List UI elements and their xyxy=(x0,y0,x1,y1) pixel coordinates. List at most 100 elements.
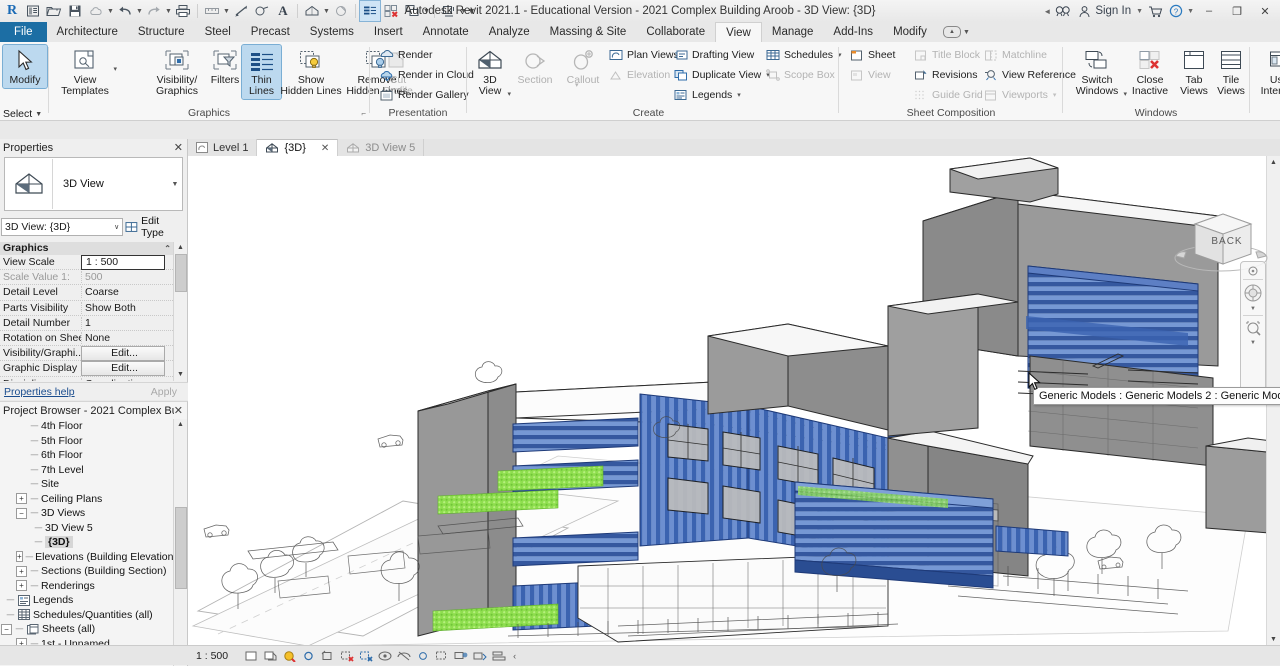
tab-insert[interactable]: Insert xyxy=(364,22,413,42)
property-row-rotation-on-sheet[interactable]: Rotation on Sheet None xyxy=(0,331,187,346)
tab-view[interactable]: View xyxy=(715,22,762,43)
temporary-view-properties-icon[interactable] xyxy=(415,648,430,663)
thin-lines-button[interactable]: Thin Lines xyxy=(242,45,281,99)
properties-scroll-thumb[interactable] xyxy=(175,254,187,292)
expander-plus-icon[interactable]: + xyxy=(16,566,27,577)
steering-wheels-caret-icon[interactable]: ▼ xyxy=(1242,306,1264,312)
tab-modify[interactable]: Modify xyxy=(883,22,937,42)
shadows-icon[interactable] xyxy=(263,648,278,663)
worksharing-display-icon[interactable] xyxy=(491,648,506,663)
property-value-rotation-on-sheet[interactable]: None xyxy=(81,332,187,344)
tag-by-category-icon[interactable] xyxy=(252,1,272,21)
project-browser-close-button[interactable]: ✕ xyxy=(174,404,183,417)
render-gallery-button[interactable]: Render Gallery xyxy=(376,87,472,103)
property-value-detail-number[interactable]: 1 xyxy=(81,317,187,329)
project-files-icon[interactable] xyxy=(23,1,43,21)
tab-structure[interactable]: Structure xyxy=(128,22,195,42)
view-control-overflow-icon[interactable]: ‹ xyxy=(513,651,516,661)
tab-steel[interactable]: Steel xyxy=(195,22,241,42)
property-value-view-scale[interactable]: 1 : 500 xyxy=(81,255,165,270)
tree-item-site[interactable]: ─Site xyxy=(0,477,174,492)
tab-analyze[interactable]: Analyze xyxy=(479,22,540,42)
property-value-discipline[interactable]: Coordination xyxy=(81,378,187,381)
property-value-detail-level[interactable]: Coarse xyxy=(81,286,187,298)
measure-icon[interactable] xyxy=(202,1,222,21)
property-value-parts-visibility[interactable]: Show Both xyxy=(81,302,187,314)
filters-button[interactable]: Filters xyxy=(204,45,246,88)
zoom-tools-caret-icon[interactable]: ▼ xyxy=(1242,340,1264,346)
view-3d-caret-icon[interactable]: ▾ xyxy=(507,90,511,98)
tab-file[interactable]: File xyxy=(0,22,47,42)
tree-item-elevations[interactable]: +─Elevations (Building Elevation) xyxy=(0,550,174,565)
properties-close-button[interactable]: ✕ xyxy=(174,141,183,154)
browser-scroll-up-icon[interactable]: ▲ xyxy=(174,419,187,431)
close-inactive-views-icon[interactable] xyxy=(381,1,401,21)
expander-plus-icon[interactable]: + xyxy=(16,551,23,562)
rendering-dialog-icon[interactable] xyxy=(282,648,297,663)
minimize-button[interactable]: – xyxy=(1196,1,1222,21)
undo-icon[interactable] xyxy=(115,1,135,21)
view-templates-button[interactable]: View Templates ▾ xyxy=(53,45,117,99)
3d-view-caret-icon[interactable]: ▼ xyxy=(323,1,330,21)
default-3d-view-icon[interactable] xyxy=(302,1,322,21)
view-3d-button[interactable]: 3D View ▾ xyxy=(471,45,509,99)
reveal-constraints-icon[interactable] xyxy=(472,648,487,663)
help-icon[interactable]: ? xyxy=(1167,1,1185,21)
expander-plus-icon[interactable]: + xyxy=(16,580,27,591)
switch-windows-button[interactable]: Switch Windows ▾ xyxy=(1068,45,1126,99)
tree-item-5th-floor[interactable]: ─5th Floor xyxy=(0,434,174,449)
ribbon-options-combo[interactable]: ▲ ▼ xyxy=(943,22,970,42)
project-browser-tree[interactable]: ─4th Floor ─5th Floor ─6th Floor ─7th Le… xyxy=(0,419,174,666)
view-templates-caret-icon[interactable]: ▾ xyxy=(113,65,117,73)
reveal-hidden-elements-icon[interactable] xyxy=(396,648,411,663)
tree-item-7th-level[interactable]: ─7th Level xyxy=(0,463,174,478)
close-button[interactable]: ✕ xyxy=(1252,1,1278,21)
expander-plus-icon[interactable]: + xyxy=(16,493,27,504)
tree-item-schedules[interactable]: ─ Schedules/Quantities (all) xyxy=(0,608,174,623)
measure-caret-icon[interactable]: ▼ xyxy=(223,1,230,21)
print-icon[interactable] xyxy=(173,1,193,21)
tree-item-sections[interactable]: +─Sections (Building Section) xyxy=(0,564,174,579)
show-analytical-model-icon[interactable] xyxy=(434,648,449,663)
switch-windows-caret-icon[interactable]: ▼ xyxy=(423,1,430,21)
property-value-graphic-display-edit[interactable]: Edit... xyxy=(81,361,165,376)
infocenter-collapse-icon[interactable]: ◄ xyxy=(1043,7,1051,16)
ribbon-minimize-caret-icon[interactable]: ▼ xyxy=(963,29,970,36)
thin-lines-icon[interactable] xyxy=(360,1,380,21)
tree-item-6th-floor[interactable]: ─6th Floor xyxy=(0,448,174,463)
tree-item-renderings[interactable]: +─Renderings xyxy=(0,579,174,594)
view-tab-3d[interactable]: {3D} ✕ xyxy=(257,139,338,156)
model-graphics-style-icon[interactable] xyxy=(244,648,259,663)
legends-caret-icon[interactable]: ▾ xyxy=(737,91,741,99)
customize-qat-icon[interactable] xyxy=(439,1,459,21)
edit-type-button[interactable]: Edit Type xyxy=(125,215,184,239)
revisions-button[interactable]: Revisions xyxy=(910,67,981,83)
view-tab-close-icon[interactable]: ✕ xyxy=(321,143,329,154)
render-in-cloud-button[interactable]: Render in Cloud xyxy=(376,67,477,83)
section-icon[interactable] xyxy=(331,1,351,21)
tab-manage[interactable]: Manage xyxy=(762,22,824,42)
lock-3d-view-icon[interactable] xyxy=(358,648,373,663)
save-as-cloud-icon[interactable] xyxy=(86,1,106,21)
select-dropdown[interactable]: Select ▼ xyxy=(3,108,42,120)
graphics-section-collapse-icon[interactable]: ⌃ xyxy=(164,242,171,255)
browser-scroll-thumb[interactable] xyxy=(175,507,187,589)
tree-item-4th-floor[interactable]: ─4th Floor xyxy=(0,419,174,434)
duplicate-view-button[interactable]: Duplicate View ▾ xyxy=(670,67,773,83)
expander-minus-icon[interactable]: − xyxy=(1,624,12,635)
autodesk-store-icon[interactable] xyxy=(1145,1,1165,21)
crop-view-icon[interactable] xyxy=(320,648,335,663)
save-as-caret-icon[interactable]: ▼ xyxy=(107,1,114,21)
tree-item-legends[interactable]: ─ Legends xyxy=(0,593,174,608)
tree-item-sheets[interactable]: − ─ Sheets (all) xyxy=(0,622,174,637)
schedules-button[interactable]: Schedules ▾ xyxy=(762,47,845,63)
view-scale-indicator[interactable]: 1 : 500 xyxy=(196,650,228,662)
property-row-graphic-display[interactable]: Graphic Display ... Edit... xyxy=(0,361,187,376)
aligned-dimension-icon[interactable] xyxy=(231,1,251,21)
highlight-displacement-icon[interactable] xyxy=(453,648,468,663)
tab-add-ins[interactable]: Add-Ins xyxy=(823,22,883,42)
zoom-tools-icon[interactable] xyxy=(1242,319,1264,337)
switch-windows-icon[interactable] xyxy=(402,1,422,21)
properties-scroll-up-icon[interactable]: ▲ xyxy=(174,242,187,254)
sign-in-caret-icon[interactable]: ▼ xyxy=(1136,8,1143,15)
